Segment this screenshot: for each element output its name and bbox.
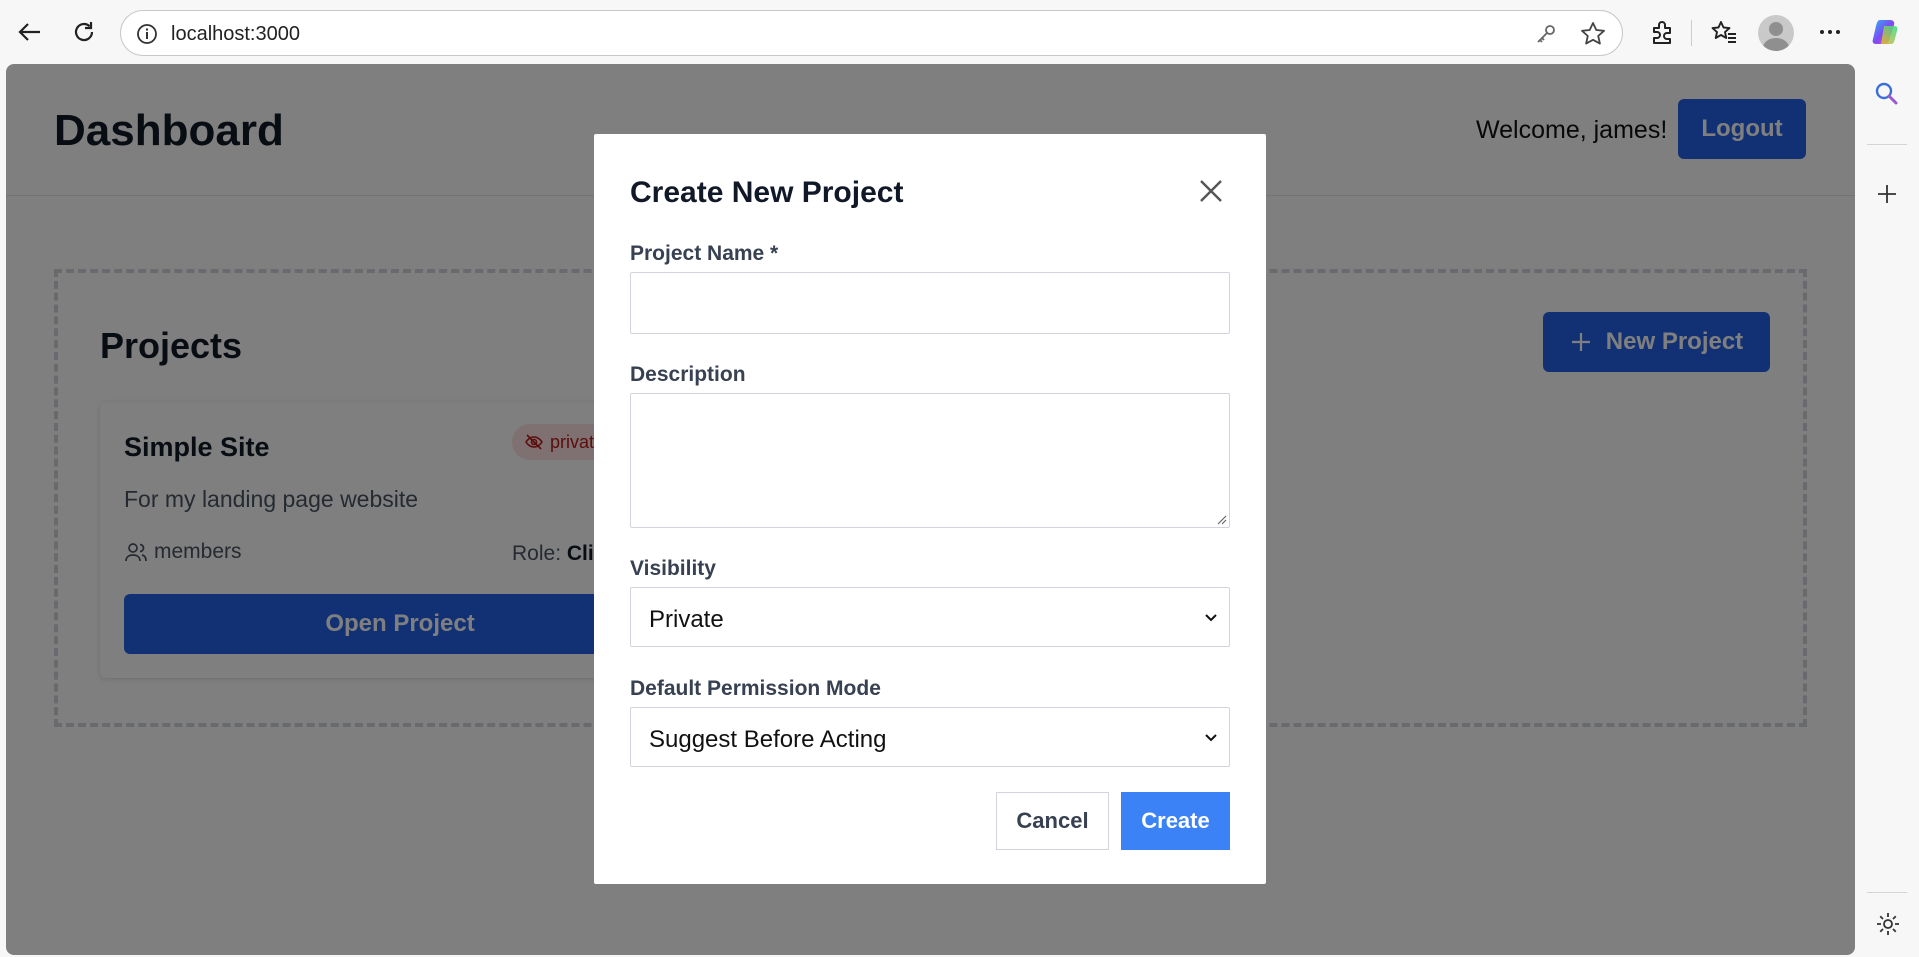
chevron-down-icon [1205, 614, 1217, 622]
extensions-icon[interactable] [1644, 14, 1680, 50]
favorites-icon[interactable] [1706, 14, 1742, 50]
close-icon[interactable] [1196, 176, 1226, 206]
url-text: localhost:3000 [171, 23, 300, 45]
permission-select[interactable]: Suggest Before Acting [630, 707, 1230, 767]
permission-label: Default Permission Mode [630, 677, 881, 700]
description-textarea[interactable] [630, 393, 1230, 528]
visibility-label: Visibility [630, 557, 716, 580]
modal-title: Create New Project [630, 176, 904, 209]
reload-icon[interactable] [66, 14, 102, 50]
sidebar-divider [1867, 892, 1907, 893]
chevron-down-icon [1205, 734, 1217, 742]
add-icon[interactable] [1875, 182, 1899, 211]
address-bar[interactable]: localhost:3000 [120, 10, 1623, 56]
star-icon[interactable] [1580, 21, 1606, 52]
profile-icon[interactable] [1758, 15, 1794, 51]
more-icon[interactable] [1812, 14, 1848, 50]
settings-icon[interactable] [1875, 911, 1901, 942]
info-icon[interactable] [135, 22, 159, 51]
sidebar-divider [1867, 144, 1907, 145]
create-project-modal: Create New Project Project Name * Descri… [594, 134, 1266, 884]
browser-toolbar: localhost:3000 [0, 0, 1919, 64]
search-icon[interactable] [1873, 80, 1901, 113]
cancel-button[interactable]: Cancel [996, 792, 1109, 850]
visibility-value: Private [649, 606, 724, 633]
copilot-icon[interactable] [1868, 14, 1904, 50]
description-label: Description [630, 363, 746, 386]
project-name-input[interactable] [630, 272, 1230, 334]
project-name-label: Project Name * [630, 242, 779, 265]
create-button[interactable]: Create [1121, 792, 1230, 850]
permission-value: Suggest Before Acting [649, 726, 887, 753]
resize-handle-icon[interactable] [1215, 513, 1227, 525]
edge-sidebar [1855, 64, 1919, 957]
toolbar-separator [1691, 20, 1692, 46]
visibility-select[interactable]: Private [630, 587, 1230, 647]
back-icon[interactable] [12, 14, 48, 50]
key-icon[interactable] [1534, 22, 1558, 51]
